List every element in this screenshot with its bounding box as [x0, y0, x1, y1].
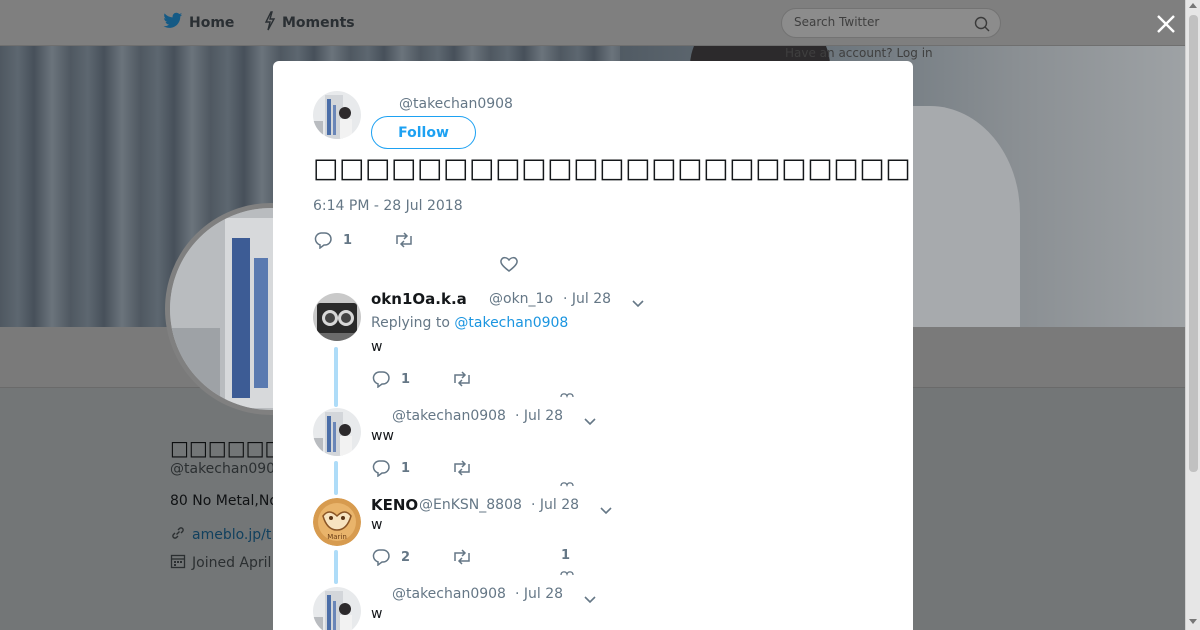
reply-4-text: w	[371, 606, 383, 622]
svg-text:Marin: Marin	[327, 533, 347, 541]
reply-3-reply-count: 2	[401, 549, 411, 565]
reply-1-name[interactable]: okn1Oa.k.a	[371, 290, 467, 308]
chevron-down-icon[interactable]	[599, 501, 613, 520]
main-tweet-timestamp[interactable]: 6:14 PM - 28 Jul 2018	[313, 198, 463, 214]
replying-to-handle[interactable]: @takechan0908	[454, 315, 568, 331]
heart-icon[interactable]	[560, 569, 574, 579]
reply-1-text: w	[371, 339, 383, 355]
reply-1-date[interactable]: · Jul 28	[563, 291, 611, 307]
profile-website[interactable]: ameblo.jp/t	[170, 525, 271, 545]
nav-home-label: Home	[189, 15, 235, 31]
profile-joined-label: Joined April	[192, 555, 272, 571]
nav-moments-label: Moments	[282, 15, 355, 31]
reply-icon	[313, 231, 333, 249]
heart-icon	[499, 255, 519, 273]
thread-connector-line	[334, 461, 338, 495]
heart-icon[interactable]	[560, 480, 574, 490]
reply-3-retweet-action[interactable]	[451, 548, 473, 566]
tweet-permalink-modal: @takechan0908 Follow □□□□□□□□□□□□□□□□□□□…	[273, 61, 913, 630]
reply-avatar-takechan[interactable]	[313, 408, 361, 456]
reply-icon	[371, 370, 391, 388]
retweet-icon	[451, 459, 473, 477]
reply-3-reply-action[interactable]: 2	[371, 548, 410, 566]
profile-bio: 80 No Metal,No	[170, 493, 278, 509]
main-tweet-handle[interactable]: @takechan0908	[399, 96, 513, 112]
search-input[interactable]	[794, 15, 964, 29]
reply-3-like-count[interactable]: 1	[561, 548, 570, 563]
reply-3-text: w	[371, 517, 383, 533]
main-reply-action[interactable]: 1	[313, 231, 352, 249]
main-like-action[interactable]	[499, 255, 519, 273]
reply-1-handle[interactable]: @okn_1o	[489, 291, 553, 307]
reply-2-date[interactable]: · Jul 28	[515, 408, 563, 424]
nav-moments[interactable]: Moments	[264, 11, 355, 35]
calendar-icon	[170, 553, 186, 573]
reply-2-retweet-action[interactable]	[451, 459, 473, 477]
replying-to: Replying to @takechan0908	[371, 315, 568, 331]
reply-3-date[interactable]: · Jul 28	[531, 497, 579, 513]
top-navigation-bar: Home Moments	[0, 0, 1185, 46]
search-box	[781, 8, 1001, 38]
reply-icon	[371, 548, 391, 566]
retweet-icon	[393, 231, 415, 249]
reply-icon	[371, 459, 391, 477]
reply-1-retweet-action[interactable]	[451, 370, 473, 388]
reply-1-reply-count: 1	[401, 371, 411, 387]
lightning-icon	[264, 11, 276, 35]
chevron-down-icon[interactable]	[631, 294, 645, 313]
profile-joined: Joined April	[170, 553, 271, 573]
link-icon	[170, 525, 186, 545]
heart-icon[interactable]	[560, 391, 574, 401]
retweet-icon	[451, 370, 473, 388]
reply-avatar-takechan[interactable]	[313, 587, 361, 630]
main-tweet-text: □□□□□□□□□□□□□□□□□□□□□□□□□w	[313, 153, 913, 184]
reply-2-text: ww	[371, 428, 394, 444]
thread-connector-line	[334, 347, 338, 407]
thread-connector-line	[334, 550, 338, 584]
close-modal-button[interactable]	[1155, 13, 1177, 35]
reply-2-reply-action[interactable]: 1	[371, 459, 410, 477]
chevron-down-icon[interactable]	[583, 412, 597, 431]
nav-home[interactable]: Home	[163, 12, 234, 34]
replying-to-label: Replying to	[371, 315, 450, 331]
reply-2-reply-count: 1	[401, 460, 411, 476]
reply-4-date[interactable]: · Jul 28	[515, 586, 563, 602]
reply-3-name[interactable]: KENO	[371, 496, 418, 514]
follow-button[interactable]: Follow	[371, 116, 476, 149]
reply-2-handle[interactable]: @takechan0908	[392, 408, 506, 424]
main-reply-count: 1	[343, 232, 353, 248]
profile-handle: @takechan090	[170, 461, 276, 477]
reply-4-handle[interactable]: @takechan0908	[392, 586, 506, 602]
scroll-down-arrow[interactable]	[1189, 619, 1197, 624]
main-tweet-avatar[interactable]	[313, 91, 361, 139]
chevron-down-icon[interactable]	[583, 590, 597, 609]
scroll-up-arrow[interactable]	[1189, 3, 1197, 8]
main-retweet-action[interactable]	[393, 231, 415, 249]
search-icon[interactable]	[974, 16, 990, 36]
login-prompt[interactable]: Have an account? Log in	[785, 46, 933, 60]
reply-avatar-okn[interactable]	[313, 293, 361, 341]
retweet-icon	[451, 548, 473, 566]
reply-3-handle[interactable]: @EnKSN_8808	[419, 497, 522, 513]
reply-avatar-keno[interactable]: Marin	[313, 498, 361, 546]
page-scrollbar[interactable]	[1185, 0, 1200, 630]
twitter-bird-icon	[163, 12, 183, 34]
reply-1-reply-action[interactable]: 1	[371, 370, 410, 388]
profile-website-label: ameblo.jp/t	[192, 527, 272, 543]
scrollbar-thumb[interactable]	[1189, 15, 1198, 472]
